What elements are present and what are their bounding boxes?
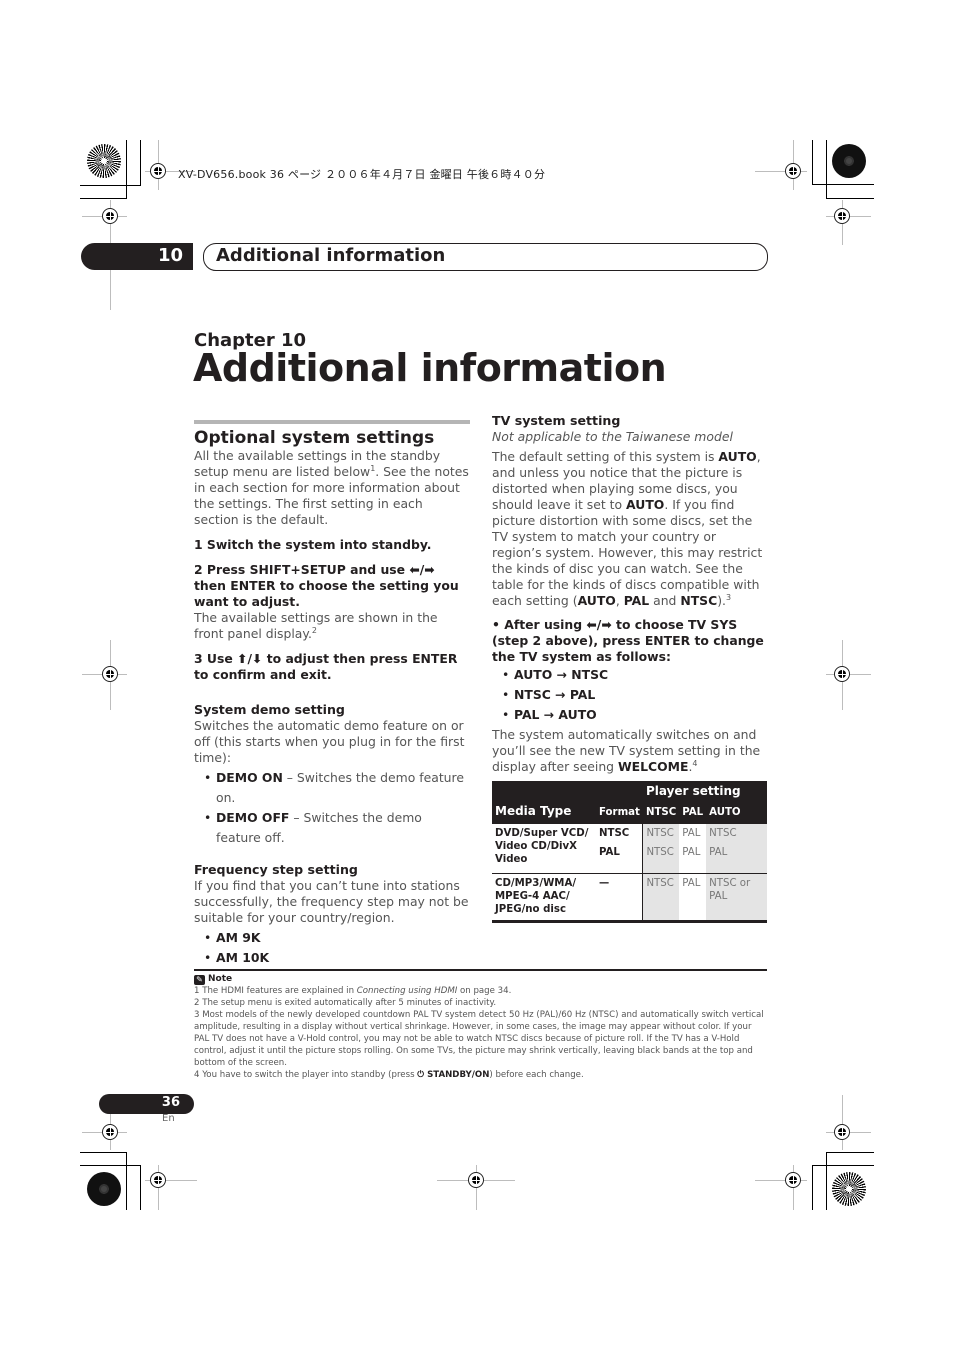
crosshair-icon <box>834 666 850 682</box>
tv-cycle-item: PAL → AUTO <box>492 705 768 725</box>
page-language: En <box>162 1113 175 1124</box>
crosshair-icon <box>785 163 801 179</box>
freq-option: AM 10K <box>194 948 470 968</box>
tv-system-title: TV system setting <box>492 413 621 428</box>
right-column: TV system setting Not applicable to the … <box>492 413 768 923</box>
tv-system-table: Player setting Media Type Format NTSC PA… <box>492 781 767 923</box>
crosshair-icon <box>785 1172 801 1188</box>
step-3: 3 Use ⬆/⬇ to adjust then press ENTER to … <box>194 651 458 682</box>
crosshair-icon <box>834 208 850 224</box>
print-header: XV-DV656.book 36 ページ ２００６年４月７日 金曜日 午後６時４… <box>178 168 546 181</box>
crosshair-icon <box>834 1124 850 1140</box>
crosshair-icon <box>468 1172 484 1188</box>
table-row: CD/MP3/WMA/ MPEG-4 AAC/ JPEG/no disc — N… <box>492 873 767 920</box>
crosshair-icon <box>102 208 118 224</box>
crosshair-icon <box>102 1124 118 1140</box>
col-header: Media Type <box>492 801 596 824</box>
registration-target-icon <box>87 144 121 178</box>
freq-setting-title: Frequency step setting <box>194 862 358 877</box>
page-title: Additional information <box>193 346 667 390</box>
crosshair-icon <box>102 666 118 682</box>
freq-options: AM 9K AM 10K <box>194 928 470 968</box>
tv-cycle-item: NTSC → PAL <box>492 685 768 705</box>
footnote: 2 The setup menu is exited automatically… <box>194 998 497 1008</box>
left-column: Optional system settings All the availab… <box>194 420 470 968</box>
tv-system-paragraph: The default setting of this system is AU… <box>492 449 763 608</box>
tv-after-paragraph: The system automatically switches on and… <box>492 727 761 774</box>
col-header: PAL <box>679 801 707 824</box>
step-1: 1 Switch the system into standby. <box>194 537 432 552</box>
crop-mark <box>80 1165 141 1166</box>
chapter-number-tab: 10 <box>81 243 193 270</box>
tv-cycle-list: AUTO → NTSC NTSC → PAL PAL → AUTO <box>492 665 768 725</box>
section-title: Optional system settings <box>194 428 435 448</box>
crop-mark <box>826 140 827 199</box>
footnote: 3 Most models of the newly developed cou… <box>194 1010 764 1068</box>
tv-cycle-item: AUTO → NTSC <box>492 665 768 685</box>
section-divider <box>194 420 470 424</box>
intro-paragraph: All the available settings in the standb… <box>194 448 469 527</box>
crop-mark <box>80 198 127 199</box>
freq-setting-desc: If you find that you can’t tune into sta… <box>194 878 469 925</box>
tv-system-subtitle: Not applicable to the Taiwanese model <box>492 429 733 444</box>
crop-mark <box>80 185 141 186</box>
group-header: Player setting <box>642 781 767 801</box>
crop-mark <box>126 140 127 199</box>
col-header: NTSC <box>642 801 680 824</box>
footnote-ref: 4 <box>692 758 698 768</box>
crop-mark <box>126 1152 127 1210</box>
col-header: Format <box>596 801 643 824</box>
footnote-ref: 2 <box>311 625 317 635</box>
crop-mark <box>826 1152 827 1210</box>
demo-setting-desc: Switches the automatic demo feature on o… <box>194 718 465 765</box>
crop-mark <box>812 1165 813 1210</box>
registration-target-icon <box>832 1172 866 1206</box>
registration-target-icon <box>87 1172 121 1206</box>
demo-setting-title: System demo setting <box>194 702 345 717</box>
chapter-banner-title: Additional information <box>216 245 446 266</box>
crop-mark <box>826 1152 874 1153</box>
crop-mark <box>80 1152 127 1153</box>
crop-mark <box>826 198 874 199</box>
crop-mark <box>812 1165 874 1166</box>
crosshair-icon <box>150 1172 166 1188</box>
demo-option: DEMO OFF – Switches the demo feature off… <box>194 808 470 848</box>
crop-mark <box>140 1165 141 1210</box>
crosshair-icon <box>150 163 166 179</box>
footnotes: ✎ Note 1 The HDMI features are explained … <box>194 969 767 1081</box>
crop-mark <box>812 184 874 185</box>
demo-option: DEMO ON – Switches the demo feature on. <box>194 768 470 808</box>
tv-instruction: • After using ⬅/➡ to choose TV SYS (step… <box>492 617 764 664</box>
crop-mark <box>812 140 813 185</box>
step-2: 2 Press SHIFT+SETUP and use ⬅/➡ then ENT… <box>194 562 459 609</box>
demo-options: DEMO ON – Switches the demo feature on. … <box>194 768 470 848</box>
note-pencil-icon: ✎ <box>194 975 205 985</box>
footnote-ref: 3 <box>725 592 732 602</box>
page-number-tab: 36 <box>99 1094 194 1114</box>
chapter-banner: Additional information <box>203 243 768 271</box>
crop-mark <box>140 140 141 185</box>
page-number: 36 <box>161 1095 180 1110</box>
freq-option: AM 9K <box>194 928 470 948</box>
table-row: DVD/Super VCD/ Video CD/DivX Video NTSC … <box>492 824 767 865</box>
registration-target-icon <box>832 144 866 178</box>
col-header: AUTO <box>706 801 767 824</box>
chapter-number: 10 <box>157 245 183 266</box>
step-2-note: The available settings are shown in the … <box>194 610 438 641</box>
footnote: 4 You have to switch the player into sta… <box>194 1070 584 1080</box>
footnote: 1 The HDMI features are explained in Con… <box>194 986 512 996</box>
notes-heading: ✎ Note <box>194 973 767 985</box>
